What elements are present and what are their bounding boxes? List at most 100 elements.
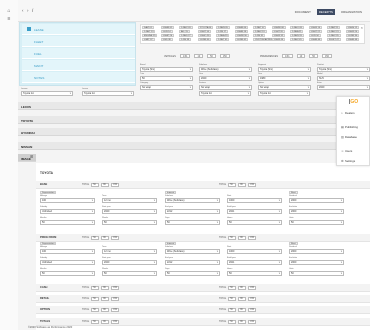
filter-tag[interactable]: 1-NHP 26 bbox=[160, 34, 175, 37]
value-input[interactable]: 50 bbox=[91, 319, 100, 324]
filter-tag[interactable]: 1-NHT 16 bbox=[197, 30, 211, 33]
filter-tag[interactable]: FLEET 47 bbox=[327, 38, 341, 41]
select-input[interactable]: Toyota (Sm) bbox=[258, 67, 311, 72]
field-input[interactable]: Wine (Subclass) bbox=[165, 249, 220, 254]
value-input[interactable]: 150 bbox=[111, 285, 120, 290]
filter-tag[interactable]: 1-DN 39 bbox=[179, 38, 192, 41]
value-input[interactable]: 50 bbox=[228, 307, 237, 312]
filter-tag[interactable]: 1-NHN 06 bbox=[234, 26, 249, 29]
filter-tag[interactable]: DAVI 01 bbox=[142, 26, 154, 29]
filter-tag[interactable]: 1-ND 38 bbox=[160, 38, 173, 41]
field-input[interactable]: 50 bbox=[165, 271, 220, 276]
filter-tag[interactable]: 1-NHN 05 bbox=[216, 26, 230, 29]
value-input[interactable]: 80 bbox=[238, 235, 247, 240]
filter-tag[interactable]: 1-NHX 44 bbox=[271, 38, 286, 41]
menu-item[interactable]: LEASE bbox=[22, 24, 135, 35]
filter-tag[interactable]: 1-DN 14 bbox=[160, 30, 173, 33]
value-input[interactable]: 150 bbox=[248, 307, 257, 312]
list-icon[interactable]: ≡ bbox=[6, 16, 12, 22]
filter-tag[interactable]: 1-NHX 24 bbox=[345, 30, 360, 33]
value-input[interactable]: 80 bbox=[238, 307, 247, 312]
menu-item[interactable]: FLEET bbox=[22, 36, 135, 47]
filter-tag[interactable]: ENGINE 25 bbox=[142, 34, 158, 37]
popup-item-settings[interactable]: ⚙Settings bbox=[341, 159, 355, 163]
value-input[interactable]: 150 bbox=[248, 296, 257, 301]
value-input[interactable]: 80 bbox=[238, 285, 247, 290]
field-input[interactable]: 50 bbox=[289, 220, 344, 225]
filter-tag[interactable]: TOYOTA 04 bbox=[197, 26, 214, 29]
select-input[interactable]: Wine (Subclass) bbox=[199, 67, 252, 72]
filter-tag[interactable]: 1-NHT 22 bbox=[308, 30, 322, 33]
section-lexus[interactable]: LEXUS bbox=[18, 102, 370, 110]
grid-icon[interactable]: ⊞ bbox=[30, 154, 33, 159]
filter-tag[interactable]: 1-NHP 11 bbox=[327, 26, 341, 29]
filter-tag[interactable]: 1-DN 17 bbox=[216, 30, 229, 33]
value-input[interactable]: 50 bbox=[91, 307, 100, 312]
field-input[interactable]: 12 mo bbox=[102, 198, 157, 203]
menu-item[interactable]: FUEL bbox=[22, 48, 135, 59]
filter-tag[interactable]: 1-NHX 10 bbox=[308, 26, 323, 29]
page-icon[interactable]: / bbox=[32, 8, 33, 13]
filter-tag[interactable]: 1-NHA 21 bbox=[290, 30, 304, 33]
value-input[interactable]: 80 bbox=[101, 235, 110, 240]
field-input[interactable]: 50 bbox=[102, 271, 157, 276]
value-input[interactable]: 80 bbox=[101, 319, 110, 324]
filter-tag[interactable]: 1-NHX 19 bbox=[253, 30, 267, 33]
field-input[interactable]: 50 bbox=[227, 220, 282, 225]
value-input[interactable]: 150 bbox=[248, 319, 257, 324]
field-input[interactable]: 50 bbox=[165, 220, 220, 225]
value-input[interactable]: 50 bbox=[228, 285, 237, 290]
field-input[interactable]: 2000 bbox=[289, 260, 344, 265]
filter-tag[interactable]: 1-NHS 12 bbox=[345, 26, 360, 29]
field-input[interactable]: Unlimited bbox=[40, 260, 95, 265]
filter-tag[interactable]: 1-NHX 32 bbox=[271, 34, 286, 37]
value-input[interactable]: 80 bbox=[238, 296, 247, 301]
select-input[interactable]: Toyota (Sm) bbox=[140, 67, 193, 72]
popup-item-users[interactable]: ☺Users bbox=[341, 149, 352, 153]
section-hyundai[interactable]: HYUNDAI bbox=[18, 128, 370, 136]
filter-tag[interactable]: 1-NHX 45 bbox=[290, 38, 304, 41]
field-input[interactable]: 2021 bbox=[227, 260, 282, 265]
value-input[interactable]: 50 bbox=[228, 182, 237, 187]
field-input[interactable]: 2000 bbox=[289, 209, 344, 214]
filter-tag[interactable]: 1-NHO 09 bbox=[290, 26, 304, 29]
filter-tag[interactable]: 1-NHA 29 bbox=[216, 34, 230, 37]
filter-tag[interactable]: 1-NHN 48 bbox=[345, 38, 360, 41]
field-input[interactable]: 50 bbox=[40, 220, 95, 225]
filter-tag[interactable]: 1-NHT 07 bbox=[253, 26, 267, 29]
select-input[interactable]: 1980 bbox=[258, 76, 311, 81]
popup-item-publishing[interactable]: ▤Publishing bbox=[341, 125, 358, 129]
value-input[interactable]: 150 bbox=[111, 235, 120, 240]
value-input[interactable]: 80 bbox=[101, 307, 110, 312]
value-input[interactable]: 150 bbox=[111, 296, 120, 301]
field-input[interactable]: 100 bbox=[40, 198, 95, 203]
filter-tag[interactable]: 1-DNN 36 bbox=[345, 34, 360, 37]
field-input[interactable]: 2000 bbox=[289, 198, 344, 203]
menu-item[interactable]: MAINT bbox=[22, 60, 135, 71]
nav-organization[interactable]: ORGANIZATION bbox=[339, 9, 364, 15]
value-input[interactable]: 150 bbox=[248, 182, 257, 187]
value-input[interactable]: 50 bbox=[228, 296, 237, 301]
select-input[interactable]: 2020 bbox=[317, 85, 370, 90]
field-input[interactable]: 2021 bbox=[227, 209, 282, 214]
popup-item-dealers[interactable]: ⌂ Dealers bbox=[341, 111, 355, 115]
filter-tag[interactable]: 1-DNN 40 bbox=[197, 38, 212, 41]
value-input[interactable]: 150 bbox=[111, 182, 120, 187]
section-nissan[interactable]: NISSAN bbox=[18, 142, 370, 150]
select-input[interactable]: No wrap bbox=[258, 85, 311, 90]
select-input[interactable]: 50 bbox=[140, 76, 193, 81]
filter-tag[interactable]: 1-DN 31 bbox=[253, 34, 266, 37]
field-input[interactable]: 12 mo bbox=[102, 249, 157, 254]
value-input[interactable]: 50 bbox=[91, 296, 100, 301]
home-icon[interactable]: ⌂ bbox=[6, 8, 12, 14]
field-input[interactable]: 100 bbox=[40, 249, 95, 254]
select-input[interactable]: SUV bbox=[317, 76, 370, 81]
field-input[interactable]: 50 bbox=[289, 271, 344, 276]
field-input[interactable]: 1000 bbox=[227, 249, 282, 254]
field-input[interactable]: 2000 bbox=[289, 249, 344, 254]
filter-tag[interactable]: 1-SHT 20 bbox=[271, 30, 285, 33]
filter-tag[interactable]: 1-NHX 35 bbox=[327, 34, 341, 37]
filter-tag[interactable]: 1-NHX 23 bbox=[327, 30, 341, 33]
filter-tag[interactable]: 1-DN 34 bbox=[308, 34, 321, 37]
field-input[interactable]: 2020 bbox=[102, 260, 157, 265]
